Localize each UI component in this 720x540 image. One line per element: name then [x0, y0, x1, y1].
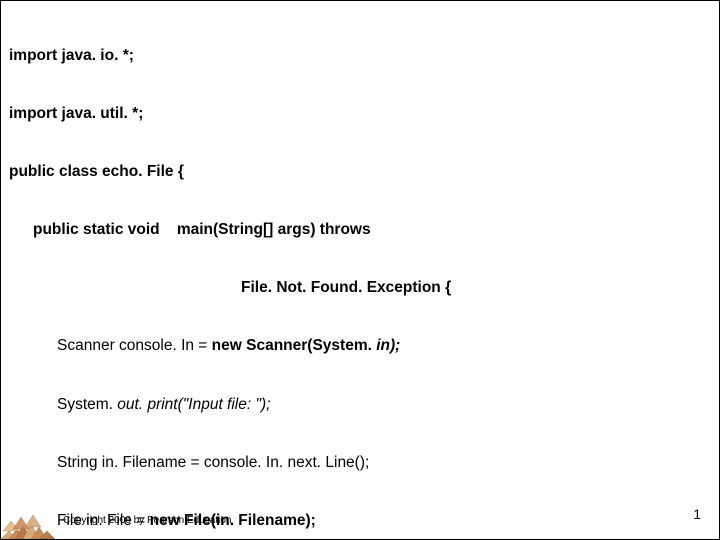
code-fragment: System.: [57, 396, 117, 413]
page-number: 1: [693, 506, 701, 524]
code-fragment: Scanner console. In =: [57, 337, 212, 354]
code-line: import java. io. *;: [9, 46, 711, 65]
code-line: String in. Filename = console. In. next.…: [9, 453, 711, 472]
code-fragment: public static void: [33, 221, 160, 238]
code-line: import java. util. *;: [9, 104, 711, 123]
copyright-text: Copyright 2006 by Pearson Education: [63, 515, 231, 528]
code-block: import java. io. *; import java. util. *…: [9, 7, 711, 540]
slide: import java. io. *; import java. util. *…: [0, 0, 720, 540]
code-fragment: main(String[] args) throws: [177, 221, 371, 238]
code-fragment: out. print("Input file: ");: [117, 396, 270, 413]
code-line: public static void main(String[] args) t…: [9, 220, 711, 239]
code-fragment: new Scanner(System.: [212, 337, 377, 354]
code-fragment: in);: [376, 337, 400, 354]
code-line: public class echo. File {: [9, 162, 711, 181]
code-line: Scanner console. In = new Scanner(System…: [9, 336, 711, 355]
code-line: File. Not. Found. Exception {: [9, 278, 711, 297]
code-line: System. out. print("Input file: ");: [9, 395, 711, 414]
